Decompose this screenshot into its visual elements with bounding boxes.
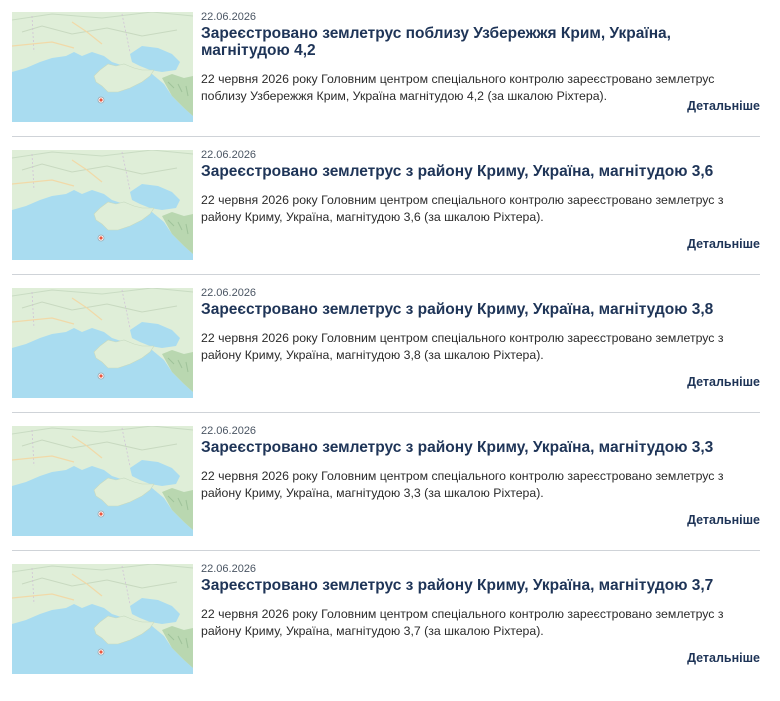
map-thumbnail-icon[interactable] [12, 426, 193, 536]
news-description: 22 червня 2026 року Головним центром спе… [201, 331, 724, 362]
news-title-link[interactable]: Зареєстровано землетрус з району Криму, … [201, 439, 760, 456]
news-title-link[interactable]: Зареєстровано землетрус з району Криму, … [201, 301, 760, 318]
news-item: 22.06.2026 Зареєстровано землетрус з рай… [12, 287, 760, 413]
news-date: 22.06.2026 [201, 563, 257, 575]
news-item: 22.06.2026 Зареєстровано землетрус побли… [12, 11, 760, 137]
details-link[interactable]: Детальніше [687, 513, 760, 527]
details-link[interactable]: Детальніше [687, 375, 760, 389]
news-content: 22.06.2026 Зареєстровано землетрус з рай… [201, 563, 760, 674]
news-content: 22.06.2026 Зареєстровано землетрус з рай… [201, 149, 760, 260]
map-thumbnail-icon[interactable] [12, 150, 193, 260]
news-content: 22.06.2026 Зареєстровано землетрус з рай… [201, 425, 760, 536]
news-list: 22.06.2026 Зареєстровано землетрус побли… [12, 11, 760, 701]
details-link[interactable]: Детальніше [687, 99, 760, 113]
news-title-link[interactable]: Зареєстровано землетрус поблизу Узбережж… [201, 25, 760, 59]
news-description: 22 червня 2026 року Головним центром спе… [201, 72, 715, 103]
news-date: 22.06.2026 [201, 11, 257, 23]
map-thumbnail-icon[interactable] [12, 564, 193, 674]
news-description: 22 червня 2026 року Головним центром спе… [201, 607, 724, 638]
news-item: 22.06.2026 Зареєстровано землетрус з рай… [12, 563, 760, 688]
news-date: 22.06.2026 [201, 149, 257, 161]
details-link[interactable]: Детальніше [687, 651, 760, 665]
news-description: 22 червня 2026 року Головним центром спе… [201, 469, 724, 500]
news-title-link[interactable]: Зареєстровано землетрус з району Криму, … [201, 163, 760, 180]
news-date: 22.06.2026 [201, 425, 257, 437]
news-date: 22.06.2026 [201, 287, 257, 299]
news-item: 22.06.2026 Зареєстровано землетрус з рай… [12, 425, 760, 551]
map-thumbnail-icon[interactable] [12, 12, 193, 122]
details-link[interactable]: Детальніше [687, 237, 760, 251]
news-content: 22.06.2026 Зареєстровано землетрус побли… [201, 11, 760, 122]
map-thumbnail-icon[interactable] [12, 288, 193, 398]
news-item: 22.06.2026 Зареєстровано землетрус з рай… [12, 149, 760, 275]
news-title-link[interactable]: Зареєстровано землетрус з району Криму, … [201, 577, 760, 594]
news-content: 22.06.2026 Зареєстровано землетрус з рай… [201, 287, 760, 398]
news-description: 22 червня 2026 року Головним центром спе… [201, 193, 724, 224]
